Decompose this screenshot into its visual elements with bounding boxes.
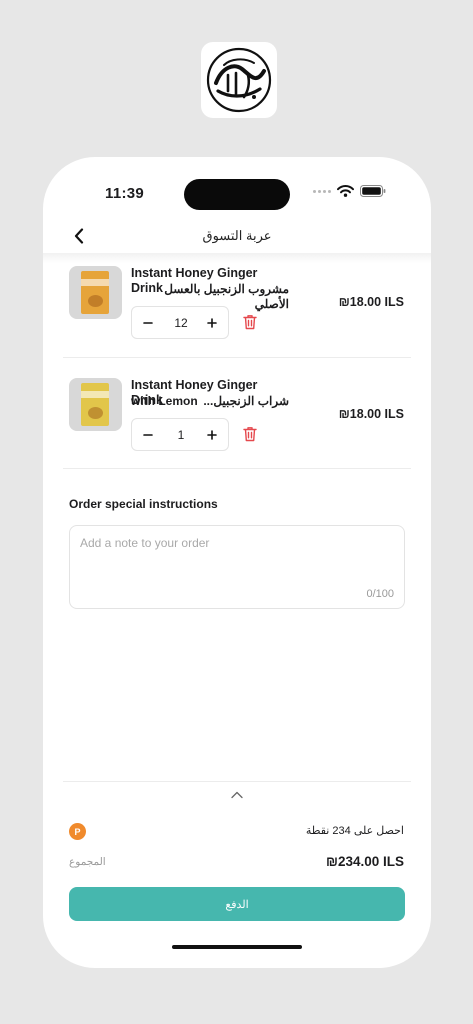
page-title: عربة التسوق — [202, 228, 272, 243]
app-logo — [201, 42, 277, 118]
item-divider — [63, 357, 411, 358]
status-time: 11:39 — [105, 185, 145, 202]
decrease-quantity-button[interactable] — [138, 425, 158, 445]
quantity-stepper: 1 — [131, 418, 229, 451]
footer-divider — [63, 781, 411, 782]
delete-item-button[interactable] — [243, 314, 259, 331]
wifi-icon — [337, 185, 354, 197]
increase-quantity-button[interactable] — [202, 313, 222, 333]
product-price: ₪18.00 ILS — [338, 407, 404, 421]
signal-icon — [313, 189, 331, 193]
order-note-input[interactable] — [80, 536, 380, 550]
top-nav-bar: عربة التسوق — [43, 219, 431, 253]
instructions-label: Order special instructions — [69, 497, 218, 511]
product-image[interactable] — [69, 266, 122, 319]
quantity-stepper: 12 — [131, 306, 229, 339]
minus-icon — [143, 434, 153, 436]
product-image[interactable] — [69, 378, 122, 431]
total-value: ₪234.00 ILS — [326, 854, 404, 869]
chevron-up-icon[interactable] — [229, 789, 245, 801]
minus-icon — [143, 322, 153, 324]
increase-quantity-button[interactable] — [202, 425, 222, 445]
plus-icon — [207, 318, 217, 328]
product-name-line2: with Lemon — [131, 394, 198, 408]
product-package — [81, 383, 109, 426]
phone-frame: 11:39 عربة التسوق Instant Honey Ginger D… — [43, 157, 431, 968]
battery-icon — [360, 185, 386, 197]
note-char-counter: 0/100 — [366, 588, 394, 600]
trash-icon — [243, 427, 257, 442]
points-icon: P — [69, 823, 86, 840]
cart-item: Instant Honey Ginger Drink مشروب الزنجبي… — [43, 266, 431, 370]
note-box: 0/100 — [69, 525, 405, 609]
product-price: ₪18.00 ILS — [338, 295, 404, 309]
nav-shadow — [43, 253, 431, 263]
plus-icon — [207, 430, 217, 440]
quantity-value: 12 — [174, 316, 188, 330]
product-name-ar: شراب الزنجبيل... — [203, 394, 289, 408]
cart-item: Instant Honey Ginger Drink with Lemon شر… — [43, 378, 431, 482]
item-divider — [63, 468, 411, 469]
points-earn-text: احصل على 234 نقطة — [305, 825, 404, 837]
quantity-value: 1 — [177, 428, 185, 442]
product-package — [81, 271, 109, 314]
product-name-row2: with Lemon شراب الزنجبيل... — [131, 394, 289, 409]
checkout-button[interactable]: الدفع — [69, 887, 405, 921]
decrease-quantity-button[interactable] — [138, 313, 158, 333]
trash-icon — [243, 315, 257, 330]
total-label: المجموع — [69, 856, 106, 868]
home-indicator[interactable] — [172, 945, 302, 949]
dynamic-island — [184, 179, 290, 210]
logo-calligraphy-icon — [206, 47, 272, 113]
delete-item-button[interactable] — [243, 426, 259, 443]
status-icons — [313, 185, 386, 197]
